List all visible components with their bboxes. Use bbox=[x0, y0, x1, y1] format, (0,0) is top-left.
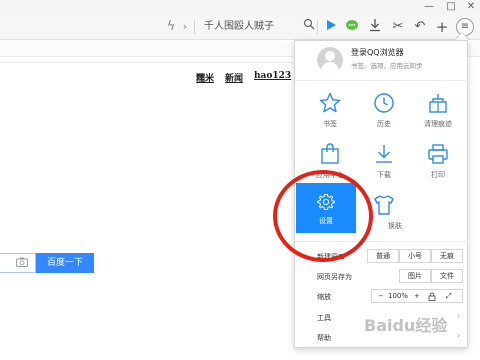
login-title[interactable]: 登录QQ浏览器 bbox=[351, 47, 404, 58]
divider bbox=[0, 62, 293, 63]
bag-icon bbox=[321, 143, 339, 164]
zoom-label: 缩放 bbox=[317, 293, 331, 301]
download-icon bbox=[376, 145, 392, 163]
watermark: Baidu经验 bbox=[364, 316, 448, 335]
grid-item-skin[interactable]: 换肤 bbox=[357, 193, 411, 239]
grid-item-print[interactable]: 打印 bbox=[411, 142, 465, 188]
help-menu-item[interactable]: 帮助 bbox=[317, 333, 331, 343]
grid-item-history[interactable]: 历史 bbox=[357, 91, 411, 137]
grid-item-app-center[interactable]: 应用中心 bbox=[303, 142, 357, 188]
shirt-icon bbox=[374, 195, 394, 215]
save-image-button[interactable]: 图片 bbox=[399, 269, 431, 283]
undo-icon[interactable]: ↶ bbox=[411, 18, 429, 36]
minimize-button[interactable]: — bbox=[418, 0, 440, 14]
scissors-icon[interactable]: ✂ bbox=[389, 18, 407, 36]
lock-icon[interactable] bbox=[428, 290, 436, 305]
avatar[interactable] bbox=[317, 47, 343, 73]
gear-icon bbox=[317, 194, 335, 210]
grid-item-bookmarks[interactable]: 书签 bbox=[303, 91, 357, 137]
address-bar-text[interactable]: 千人围殴人贼子 bbox=[204, 18, 274, 36]
save-file-button[interactable]: 文件 bbox=[431, 269, 463, 283]
save-page-label: 网页另存为 bbox=[317, 273, 352, 281]
link-news[interactable]: 新闻 bbox=[225, 71, 243, 84]
clock-icon bbox=[374, 93, 394, 113]
printer-icon bbox=[428, 144, 448, 164]
close-button[interactable]: ✕ bbox=[460, 0, 480, 14]
grid-item-settings[interactable]: 设置 bbox=[296, 183, 356, 233]
star-icon bbox=[319, 92, 341, 113]
chat-icon[interactable] bbox=[343, 18, 361, 36]
help-chevron-icon: › bbox=[457, 331, 461, 340]
new-window-small-button[interactable]: 小号 bbox=[399, 249, 431, 263]
grid-item-clean[interactable]: 清理痕迹 bbox=[411, 91, 465, 137]
zoom-control: − 100% + ⤢ bbox=[371, 289, 463, 303]
camera-icon[interactable] bbox=[15, 257, 29, 268]
new-window-incognito-button[interactable]: 无痕 bbox=[431, 249, 463, 263]
grid-item-download[interactable]: 下载 bbox=[357, 142, 411, 188]
chevron-right-icon[interactable]: › bbox=[176, 18, 194, 36]
settings-label: 设置 bbox=[319, 217, 333, 225]
plus-icon[interactable]: + bbox=[433, 18, 451, 36]
toolbar: ϟ › 千人围殴人贼子 ✂ ↶ + ≡ bbox=[0, 14, 480, 40]
zoom-out-button[interactable]: − bbox=[378, 290, 384, 302]
login-subtitle: 书签、选项、应用云同步 bbox=[351, 62, 423, 70]
fullscreen-icon[interactable]: ⤢ bbox=[446, 290, 452, 302]
link-hao123[interactable]: hao123 bbox=[254, 71, 291, 81]
tools-menu-item[interactable]: 工具 bbox=[317, 313, 331, 323]
download-icon[interactable] bbox=[366, 18, 384, 36]
maximize-button[interactable]: □ bbox=[440, 0, 462, 14]
title-bar: — □ ✕ bbox=[0, 0, 480, 14]
play-icon[interactable] bbox=[322, 18, 340, 36]
search-button[interactable]: 百度一下 bbox=[36, 253, 94, 273]
clean-icon bbox=[429, 94, 447, 113]
new-window-label: 新建窗口 bbox=[317, 253, 345, 261]
new-window-normal-button[interactable]: 普通 bbox=[367, 249, 399, 263]
tools-chevron-icon: › bbox=[457, 311, 461, 320]
zoom-value: 100% bbox=[388, 292, 409, 300]
zoom-in-button[interactable]: + bbox=[414, 290, 420, 302]
browser-window: — □ ✕ ϟ › 千人围殴人贼子 ✂ ↶ + ≡ 糯米 新闻 hao123 百… bbox=[0, 0, 480, 360]
link-nuomi[interactable]: 糯米 bbox=[196, 71, 214, 84]
search-icon[interactable] bbox=[300, 18, 318, 36]
